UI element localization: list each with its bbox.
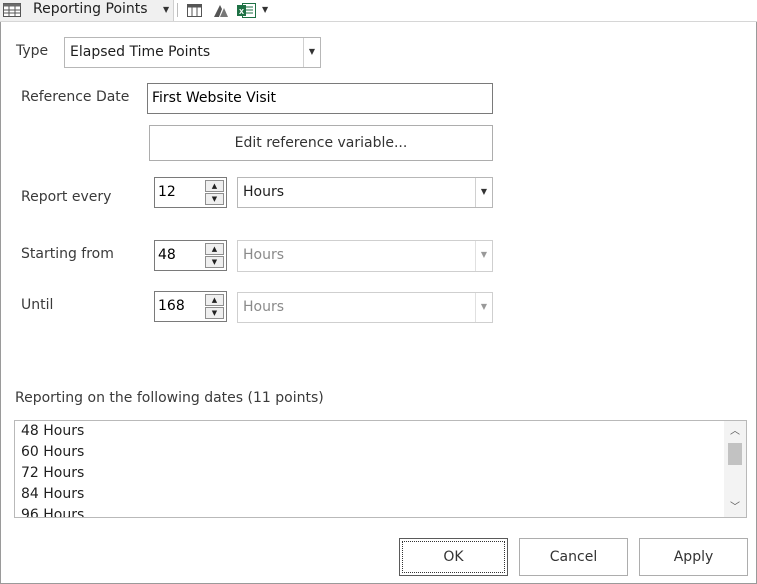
focus-ring <box>402 541 505 573</box>
stepper-up-icon[interactable]: ▲ <box>205 294 224 306</box>
chevron-down-icon: ▼ <box>475 293 492 322</box>
type-label: Type <box>16 43 49 59</box>
excel-icon[interactable]: x <box>236 2 258 19</box>
toolbar-separator <box>177 3 178 17</box>
scrollbar-thumb[interactable] <box>728 443 742 465</box>
starting-from-value: 48 <box>158 247 176 263</box>
report-every-value: 12 <box>158 184 176 200</box>
vertical-scrollbar[interactable]: ︿ ﹀ <box>724 421 746 517</box>
ok-button[interactable]: OK <box>399 538 508 576</box>
until-value: 168 <box>158 298 185 314</box>
grid-icon <box>3 3 21 17</box>
until-unit-select: Hours ▼ <box>237 292 493 323</box>
until-stepper[interactable]: 168 ▲ ▼ <box>154 291 227 322</box>
starting-from-stepper[interactable]: 48 ▲ ▼ <box>154 240 227 271</box>
stepper-down-icon[interactable]: ▼ <box>205 193 224 205</box>
cancel-button[interactable]: Cancel <box>519 538 628 576</box>
list-item[interactable]: 96 Hours <box>15 505 724 517</box>
starting-from-unit-select: Hours ▼ <box>237 240 493 272</box>
dates-listbox[interactable]: 48 Hours 60 Hours 72 Hours 84 Hours 96 H… <box>14 420 747 518</box>
chevron-down-icon: ▼ <box>475 241 492 271</box>
chevron-up-icon[interactable]: ︿ <box>724 423 746 441</box>
tab-reporting-points[interactable]: Reporting Points ▼ <box>0 0 174 21</box>
list-item[interactable]: 60 Hours <box>15 442 724 463</box>
edit-reference-variable-button[interactable]: Edit reference variable... <box>149 125 493 161</box>
dates-list: 48 Hours 60 Hours 72 Hours 84 Hours 96 H… <box>15 421 724 517</box>
toolbar: Reporting Points ▼ x ▼ <box>0 0 757 22</box>
list-item[interactable]: 84 Hours <box>15 484 724 505</box>
reference-date-label: Reference Date <box>21 89 130 105</box>
report-every-unit-value: Hours <box>243 184 285 200</box>
chevron-down-icon[interactable]: ▼ <box>475 178 492 207</box>
chevron-down-icon[interactable]: ﹀ <box>724 499 746 517</box>
stepper-down-icon[interactable]: ▼ <box>205 256 224 268</box>
report-every-unit-select[interactable]: Hours ▼ <box>237 177 493 208</box>
stepper-down-icon[interactable]: ▼ <box>205 307 224 319</box>
starting-from-unit-value: Hours <box>243 247 285 263</box>
stepper-up-icon[interactable]: ▲ <box>205 243 224 255</box>
report-every-label: Report every <box>21 189 112 205</box>
dates-heading: Reporting on the following dates (11 poi… <box>15 390 324 406</box>
type-select[interactable]: Elapsed Time Points ▼ <box>64 37 321 68</box>
svg-text:x: x <box>239 6 244 16</box>
starting-from-label: Starting from <box>21 246 114 262</box>
chevron-down-icon[interactable]: ▼ <box>163 1 169 19</box>
list-item[interactable]: 48 Hours <box>15 421 724 442</box>
apply-button[interactable]: Apply <box>639 538 748 576</box>
until-unit-value: Hours <box>243 299 285 315</box>
chevron-down-icon[interactable]: ▼ <box>262 1 268 19</box>
columns-icon[interactable] <box>186 2 203 19</box>
until-label: Until <box>21 297 54 313</box>
reference-date-field[interactable]: First Website Visit <box>147 83 493 114</box>
chart-icon[interactable] <box>212 2 230 19</box>
chevron-down-icon[interactable]: ▼ <box>303 38 320 67</box>
report-every-stepper[interactable]: 12 ▲ ▼ <box>154 177 227 208</box>
stepper-up-icon[interactable]: ▲ <box>205 180 224 192</box>
tab-label: Reporting Points <box>33 1 148 17</box>
type-value: Elapsed Time Points <box>70 44 211 60</box>
list-item[interactable]: 72 Hours <box>15 463 724 484</box>
